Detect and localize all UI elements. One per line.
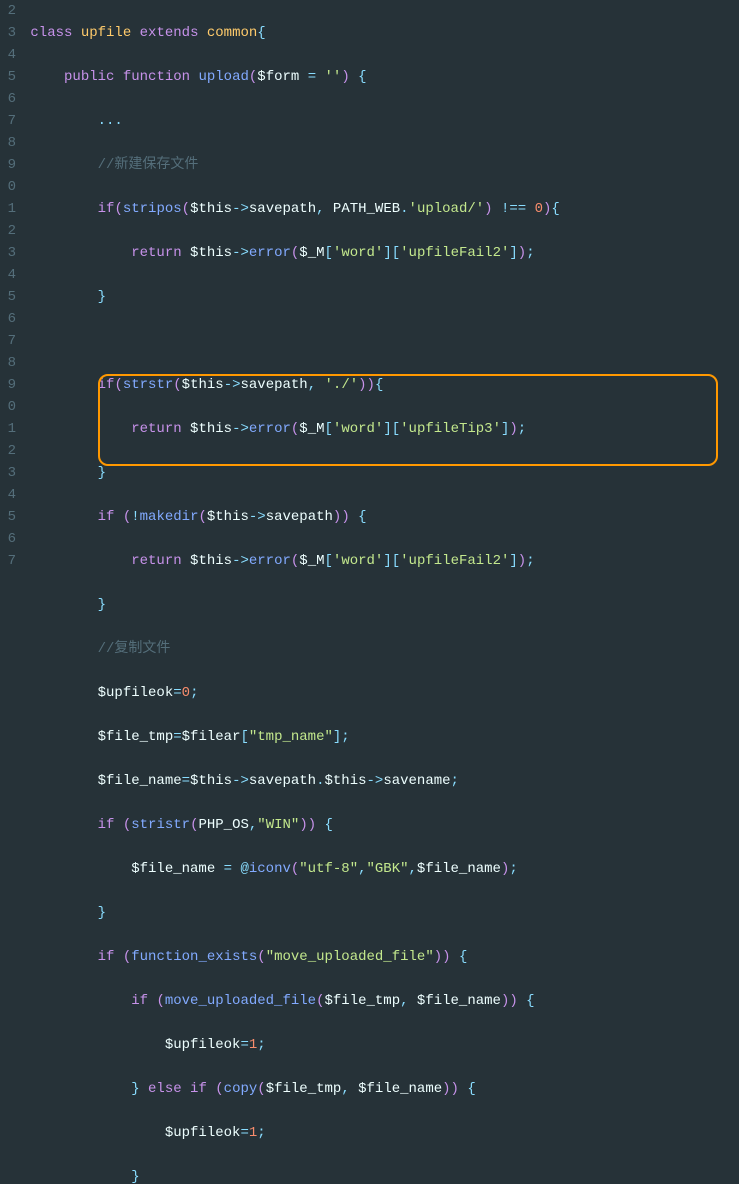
- code-line: $file_name = @iconv("utf-8","GBK",$file_…: [22, 858, 739, 880]
- line-number: 6: [0, 308, 16, 330]
- line-number-gutter: 2 3 4 5 6 7 8 9 0 1 2 3 4 5 6 7 8 9 0 1 …: [0, 0, 16, 592]
- line-number: 6: [0, 88, 16, 110]
- code-line: class upfile extends common{: [22, 22, 739, 44]
- line-number: 5: [0, 286, 16, 308]
- code-line: //复制文件: [22, 638, 739, 660]
- line-number: 9: [0, 374, 16, 396]
- code-line: }: [22, 902, 739, 924]
- line-number: 3: [0, 22, 16, 44]
- line-number: 5: [0, 506, 16, 528]
- line-number: 3: [0, 242, 16, 264]
- line-number: 7: [0, 330, 16, 352]
- code-line: [22, 330, 739, 352]
- line-number: 7: [0, 550, 16, 572]
- line-number: 2: [0, 0, 16, 22]
- code-line: $file_name=$this->savepath.$this->savena…: [22, 770, 739, 792]
- code-line: }: [22, 286, 739, 308]
- line-number: 9: [0, 154, 16, 176]
- code-line: if(stripos($this->savepath, PATH_WEB.'up…: [22, 198, 739, 220]
- line-number: 1: [0, 418, 16, 440]
- line-number: 7: [0, 110, 16, 132]
- line-number: 8: [0, 132, 16, 154]
- code-line: if (function_exists("move_uploaded_file"…: [22, 946, 739, 968]
- code-line: }: [22, 1166, 739, 1184]
- code-line: if (stristr(PHP_OS,"WIN")) {: [22, 814, 739, 836]
- line-number: 4: [0, 264, 16, 286]
- code-line: ...: [22, 110, 739, 132]
- code-line: $upfileok=1;: [22, 1034, 739, 1056]
- code-editor: 2 3 4 5 6 7 8 9 0 1 2 3 4 5 6 7 8 9 0 1 …: [0, 0, 739, 592]
- code-line: return $this->error($_M['word']['upfileF…: [22, 242, 739, 264]
- code-line: }: [22, 462, 739, 484]
- line-number: 0: [0, 176, 16, 198]
- line-number: 3: [0, 462, 16, 484]
- line-number: 4: [0, 44, 16, 66]
- code-line: $upfileok=1;: [22, 1122, 739, 1144]
- line-number: 6: [0, 528, 16, 550]
- code-line: } else if (copy($file_tmp, $file_name)) …: [22, 1078, 739, 1100]
- code-line: return $this->error($_M['word']['upfileF…: [22, 550, 739, 572]
- line-number: 2: [0, 440, 16, 462]
- line-number: 8: [0, 352, 16, 374]
- code-line: $upfileok=0;: [22, 682, 739, 704]
- code-line: //新建保存文件: [22, 154, 739, 176]
- code-line: if (move_uploaded_file($file_tmp, $file_…: [22, 990, 739, 1012]
- code-line: return $this->error($_M['word']['upfileT…: [22, 418, 739, 440]
- line-number: 5: [0, 66, 16, 88]
- line-number: 1: [0, 198, 16, 220]
- line-number: 4: [0, 484, 16, 506]
- code-line: if (!makedir($this->savepath)) {: [22, 506, 739, 528]
- line-number: 0: [0, 396, 16, 418]
- code-line: public function upload($form = '') {: [22, 66, 739, 88]
- code-line: if(strstr($this->savepath, './')){: [22, 374, 739, 396]
- code-area[interactable]: class upfile extends common{ public func…: [16, 0, 739, 592]
- code-line: $file_tmp=$filear["tmp_name"];: [22, 726, 739, 748]
- code-line: }: [22, 594, 739, 616]
- line-number: 2: [0, 220, 16, 242]
